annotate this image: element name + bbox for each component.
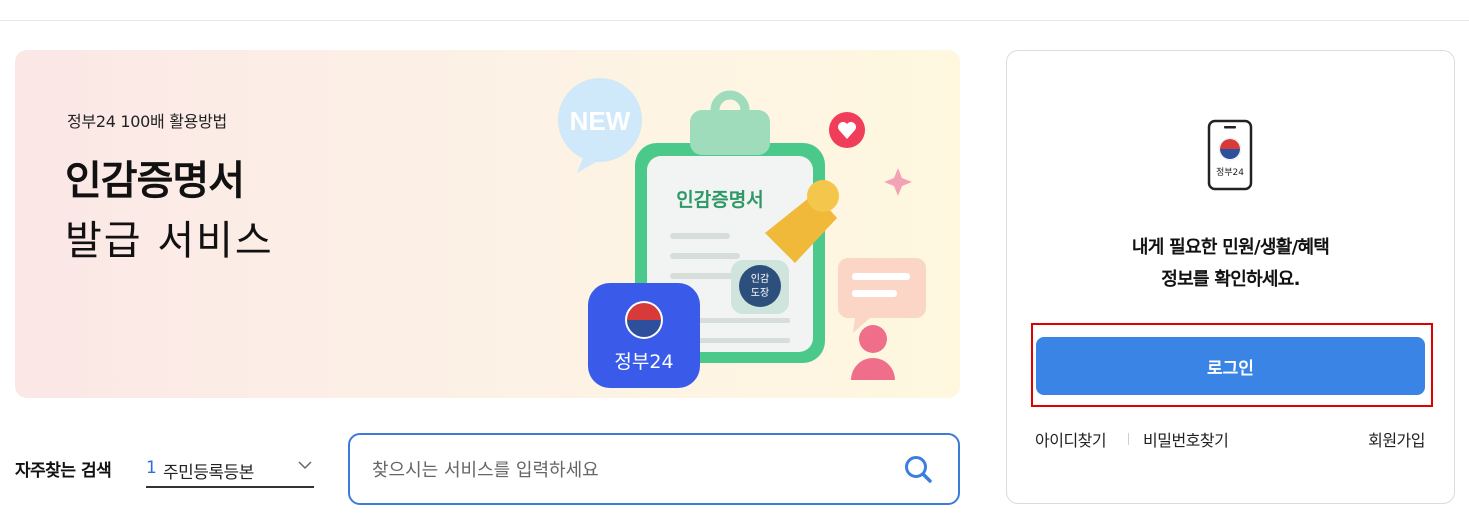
promo-banner[interactable]: 정부24 100배 활용방법 인감증명서 발급 서비스 NEW 인감증명서 인감… <box>15 50 960 398</box>
banner-title: 인감증명서 <box>65 158 245 204</box>
svg-text:인감증명서: 인감증명서 <box>676 189 763 211</box>
banner-subtitle: 정부24 100배 활용방법 <box>67 112 227 131</box>
account-links: 아이디찾기 비밀번호찾기 회원가입 <box>1035 427 1425 451</box>
svg-text:인감: 인감 <box>751 273 769 285</box>
header-divider <box>0 20 1469 21</box>
search-icon[interactable] <box>902 453 934 485</box>
new-bubble-icon: NEW <box>558 78 642 173</box>
svg-text:정부24: 정부24 <box>1216 167 1244 178</box>
banner-illustration: NEW 인감증명서 인감 도장 정부24 <box>558 78 926 388</box>
search-input[interactable] <box>372 455 872 485</box>
gov24-app-icon: 정부24 <box>588 283 700 388</box>
svg-text:도장: 도장 <box>751 287 769 299</box>
find-password-link[interactable]: 비밀번호찾기 <box>1143 427 1229 451</box>
svg-text:NEW: NEW <box>570 106 631 136</box>
search-box <box>348 433 960 505</box>
frequent-search-label: 자주찾는 검색 <box>15 461 112 481</box>
banner-title-line2: 발급 서비스 <box>65 218 274 264</box>
chevron-down-icon <box>298 461 312 470</box>
frequent-item: 주민등록등본 <box>163 463 254 483</box>
login-message-line2: 정보를 확인하세요. <box>1161 269 1300 290</box>
gov24-phone-icon: 정부24 <box>1207 119 1253 191</box>
frequent-rank: 1 <box>146 458 157 478</box>
heart-icon <box>829 112 865 148</box>
frequent-search-dropdown[interactable]: 1 주민등록등본 <box>146 448 314 488</box>
signup-link[interactable]: 회원가입 <box>1368 427 1425 451</box>
person-icon <box>851 325 895 380</box>
svg-text:정부24: 정부24 <box>614 351 673 373</box>
login-button[interactable]: 로그인 <box>1036 337 1425 395</box>
link-divider <box>1128 433 1129 445</box>
login-message-line1: 내게 필요한 민원/생활/혜택 <box>1131 237 1330 258</box>
find-id-link[interactable]: 아이디찾기 <box>1035 427 1107 451</box>
chat-card-icon <box>838 258 926 333</box>
login-card: 정부24 내게 필요한 민원/생활/혜택 정보를 확인하세요. 로그인 아이디찾… <box>1006 50 1455 504</box>
sparkle-icon <box>884 168 912 196</box>
